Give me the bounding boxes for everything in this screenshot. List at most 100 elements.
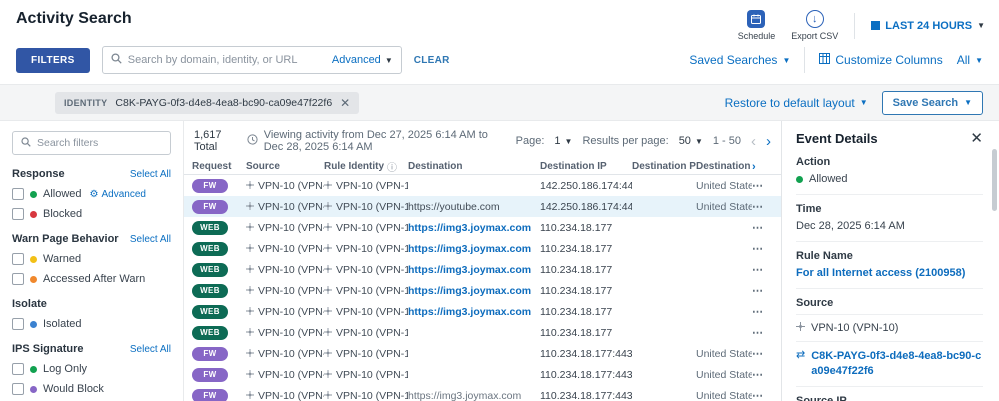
table-row[interactable]: WEB VPN-10 (VPN-10) VPN-10 (VPN-10) 110.… — [184, 322, 781, 343]
row-actions-menu-icon[interactable]: ⋯ — [752, 368, 774, 381]
select-all-link[interactable]: Select All — [130, 169, 171, 180]
filter-search-box[interactable] — [12, 131, 171, 155]
search-box[interactable]: Advanced ▼ — [101, 46, 402, 74]
calendar-icon — [747, 10, 766, 28]
tunnel-icon — [324, 327, 332, 339]
tunnel-icon — [246, 264, 254, 276]
next-page-icon[interactable]: › — [766, 134, 771, 149]
destination-cell[interactable]: https://img3.joymax.com — [408, 243, 540, 255]
column-header-destination-ip[interactable]: Destination IP — [540, 161, 632, 172]
action-value: Allowed — [809, 173, 848, 185]
customize-columns-label: Customize Columns — [835, 53, 943, 67]
filters-button[interactable]: FILTERS — [16, 47, 90, 73]
chevron-down-icon: ▼ — [964, 98, 972, 107]
column-header-source[interactable]: Source — [246, 161, 324, 172]
column-header-destination-country[interactable]: Destination Cou — [696, 161, 752, 172]
table-row[interactable]: WEB VPN-10 (VPN-10) VPN-10 (VPN-10) http… — [184, 259, 781, 280]
export-csv-button[interactable]: ↓ Export CSV — [791, 10, 838, 41]
table-row[interactable]: WEB VPN-10 (VPN-10) VPN-10 (VPN-10) http… — [184, 301, 781, 322]
checkbox[interactable] — [12, 318, 24, 330]
table-row[interactable]: FW VPN-10 (VPN-10) VPN-10 (VPN-10) https… — [184, 385, 781, 401]
checkbox[interactable] — [12, 208, 24, 220]
select-all-link[interactable]: Select All — [130, 344, 171, 355]
tunnel-icon — [246, 201, 254, 213]
checkbox[interactable] — [12, 188, 24, 200]
scroll-columns-right-icon[interactable]: › — [752, 161, 774, 173]
row-actions-menu-icon[interactable]: ⋯ — [752, 221, 774, 234]
row-actions-menu-icon[interactable]: ⋯ — [752, 200, 774, 213]
chevron-down-icon: ▼ — [975, 55, 983, 65]
source-field: Source VPN-10 (VPN-10) ⇄ C8K-PAYG-0f3-d4… — [796, 289, 983, 387]
destination-cell[interactable]: https://img3.joymax.com — [408, 390, 540, 401]
search-icon — [111, 53, 122, 67]
destination-cell[interactable]: https://img3.joymax.com — [408, 264, 540, 276]
checkbox[interactable] — [12, 363, 24, 375]
table-row[interactable]: WEB VPN-10 (VPN-10) VPN-10 (VPN-10) http… — [184, 238, 781, 259]
row-actions-menu-icon[interactable]: ⋯ — [752, 389, 774, 401]
table-row[interactable]: FW VPN-10 (VPN-10) VPN-10 (VPN-10) 110.2… — [184, 364, 781, 385]
destination-ip-cell: 110.234.18.177 — [540, 326, 613, 339]
table-info-bar: 1,617 Total Viewing activity from Dec 27… — [184, 121, 781, 159]
info-icon[interactable]: ⓘ — [387, 159, 397, 174]
all-dropdown[interactable]: All ▼ — [957, 53, 983, 67]
time-range-dropdown[interactable]: LAST 24 HOURS ▼ — [871, 20, 985, 32]
row-actions-menu-icon[interactable]: ⋯ — [752, 179, 774, 192]
request-type-badge: WEB — [192, 283, 228, 298]
schedule-button[interactable]: Schedule — [738, 10, 775, 41]
restore-layout-dropdown[interactable]: Restore to default layout ▼ — [725, 96, 868, 110]
source-cell-label: VPN-10 (VPN-10) — [258, 389, 324, 401]
tunnel-icon — [246, 390, 254, 401]
checkbox[interactable] — [12, 383, 24, 395]
row-actions-menu-icon[interactable]: ⋯ — [752, 305, 774, 318]
request-type-badge: WEB — [192, 325, 228, 340]
row-actions-menu-icon[interactable]: ⋯ — [752, 326, 774, 339]
row-actions-menu-icon[interactable]: ⋯ — [752, 284, 774, 297]
customize-columns-button[interactable]: Customize Columns — [819, 53, 943, 67]
previous-page-icon[interactable]: ‹ — [751, 134, 756, 149]
destination-cell[interactable]: https://img3.joymax.com — [408, 306, 540, 318]
destination-cell[interactable]: https://youtube.com — [408, 201, 540, 213]
destination-cell[interactable]: https://img3.joymax.com — [408, 285, 540, 297]
close-icon[interactable]: ✕ — [340, 97, 350, 109]
save-search-button[interactable]: Save Search ▼ — [881, 90, 983, 115]
advanced-link[interactable]: ⚙ Advanced — [90, 189, 146, 200]
destination-cell[interactable]: https://img3.joymax.com — [408, 222, 540, 234]
table-row[interactable]: WEB VPN-10 (VPN-10) VPN-10 (VPN-10) http… — [184, 280, 781, 301]
scrollbar-thumb[interactable] — [992, 149, 997, 211]
table-row[interactable]: FW VPN-10 (VPN-10) VPN-10 (VPN-10) https… — [184, 196, 781, 217]
checkbox[interactable] — [12, 253, 24, 265]
row-actions-menu-icon[interactable]: ⋯ — [752, 263, 774, 276]
table-row[interactable]: FW VPN-10 (VPN-10) VPN-10 (VPN-10) 110.2… — [184, 343, 781, 364]
column-header-destination[interactable]: Destination — [408, 161, 540, 172]
clear-button[interactable]: CLEAR — [414, 55, 450, 66]
select-all-link[interactable]: Select All — [130, 234, 171, 245]
page-select[interactable]: 1 ▼ — [554, 135, 572, 147]
filter-items: Log Only Would Block Blocked — [12, 363, 171, 401]
column-header-request[interactable]: Request — [192, 161, 246, 172]
checkbox[interactable] — [12, 273, 24, 285]
column-header-rule-identity[interactable]: Rule Identity ⓘ — [324, 159, 408, 174]
filter-item: Allowed ⚙ Advanced — [12, 188, 171, 200]
rule-name-link[interactable]: For all Internet access (2100958) — [796, 267, 983, 279]
per-page-select[interactable]: 50 ▼ — [679, 135, 703, 147]
top-bar: Activity Search Schedule ↓ Export CSV LA… — [0, 0, 999, 46]
saved-searches-dropdown[interactable]: Saved Searches ▼ — [689, 53, 790, 67]
table-row[interactable]: WEB VPN-10 (VPN-10) VPN-10 (VPN-10) http… — [184, 217, 781, 238]
row-actions-menu-icon[interactable]: ⋯ — [752, 347, 774, 360]
tunnel-icon — [324, 243, 332, 255]
advanced-dropdown[interactable]: Advanced ▼ — [332, 54, 393, 66]
tunnel-icon — [796, 322, 805, 334]
source-ip-field: Source IP 101.101.101.20 — [796, 387, 983, 401]
source-cell-label: VPN-10 (VPN-10) — [258, 347, 324, 360]
search-input[interactable] — [127, 54, 326, 66]
filters-sidebar: Response Select All Allowed ⚙Advanced Bl… — [0, 121, 184, 401]
source-identity-link[interactable]: C8K-PAYG-0f3-d4e8-4ea8-bc90-ca09e47f22f6 — [811, 349, 983, 379]
source-cell-label: VPN-10 (VPN-10) — [258, 221, 324, 234]
destination-ip-cell: 110.234.18.177 — [540, 221, 613, 234]
identity-filter-chip[interactable]: IDENTITY C8K-PAYG-0f3-d4e8-4ea8-bc90-ca0… — [55, 91, 360, 114]
filter-search-input[interactable] — [37, 137, 162, 149]
column-header-destination-port[interactable]: Destination Port — [632, 161, 696, 172]
table-row[interactable]: FW VPN-10 (VPN-10) VPN-10 (VPN-10) 142.2… — [184, 175, 781, 196]
row-actions-menu-icon[interactable]: ⋯ — [752, 242, 774, 255]
close-icon[interactable]: ✕ — [970, 131, 983, 146]
